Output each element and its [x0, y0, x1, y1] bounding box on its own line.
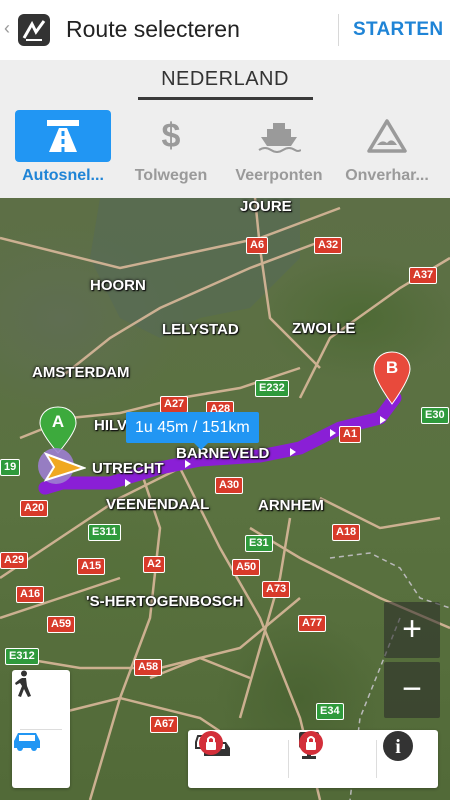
- avoid-option-unpaved[interactable]: Onverhar...: [330, 110, 436, 190]
- road-shield: E232: [255, 380, 289, 397]
- option-label: Tolwegen: [134, 167, 208, 184]
- dollar-icon: $: [161, 116, 181, 155]
- option-label: Onverhar...: [345, 167, 429, 184]
- option-label: Veerponten: [235, 167, 323, 184]
- route-summary-label[interactable]: 1u 45m / 151km: [126, 412, 259, 450]
- route-actions-panel: i: [188, 730, 438, 788]
- road-shield: A6: [246, 237, 269, 254]
- road-shield: A15: [77, 558, 106, 575]
- road-shield: E30: [421, 407, 449, 424]
- country-title[interactable]: NEDERLAND: [0, 68, 450, 91]
- avoid-option-tolls[interactable]: $ Tolwegen: [114, 110, 220, 190]
- route-options-panel: NEDERLAND Autosnel... $ Tolwegen Veerpon…: [0, 60, 450, 198]
- road-shield: A29: [0, 552, 29, 569]
- city-label: ZWOLLE: [292, 320, 356, 337]
- map-view[interactable]: A B JOURE HOORN LELYSTAD ZWOLLE AMSTERDA…: [0, 198, 450, 800]
- road-shield: A37: [409, 267, 438, 284]
- zoom-out-button[interactable]: −: [384, 662, 440, 718]
- ferry-icon: [222, 116, 336, 156]
- info-icon: i: [383, 731, 413, 761]
- page-title: Route selecteren: [66, 16, 240, 42]
- unpaved-road-icon: [330, 116, 444, 156]
- road-shield: A2: [143, 556, 166, 573]
- road-shield: A32: [314, 237, 343, 254]
- lock-icon: [299, 731, 323, 755]
- city-label: AMSTERDAM: [32, 364, 130, 381]
- info-button[interactable]: i: [382, 730, 436, 788]
- avoid-option-ferries[interactable]: Veerponten: [222, 110, 328, 190]
- pedestrian-icon: [15, 670, 31, 697]
- city-label: HOORN: [90, 277, 146, 294]
- road-shield: A77: [298, 615, 327, 632]
- road-shield: A73: [262, 581, 291, 598]
- travel-mode-panel: [12, 670, 70, 788]
- road-shield: E311: [88, 524, 122, 541]
- actions-separator: [376, 740, 377, 778]
- highway-icon: [6, 116, 120, 156]
- road-shield: E312: [5, 648, 39, 665]
- road-shield: A27: [160, 396, 189, 413]
- actions-separator: [288, 740, 289, 778]
- city-label: ARNHEM: [258, 497, 324, 514]
- road-shield: 19: [0, 459, 21, 476]
- walk-mode-button[interactable]: [12, 670, 70, 728]
- road-shield: A18: [332, 524, 361, 541]
- city-label: HILV: [94, 417, 128, 434]
- lock-icon: [199, 731, 223, 755]
- road-shield: A50: [232, 559, 261, 576]
- road-shield: A16: [16, 586, 45, 603]
- road-shield: A58: [134, 659, 163, 676]
- start-marker-label: A: [51, 412, 65, 431]
- road-shield: A20: [20, 500, 49, 517]
- city-label: UTRECHT: [92, 460, 164, 477]
- avoid-option-highways[interactable]: Autosnel...: [6, 110, 112, 190]
- road-shield: E31: [245, 535, 273, 552]
- road-shield: A67: [150, 716, 179, 733]
- city-label: VEENENDAAL: [106, 496, 210, 513]
- road-shield: A59: [47, 616, 76, 633]
- speed-camera-button[interactable]: [294, 730, 370, 788]
- traffic-button[interactable]: [194, 730, 282, 788]
- navigation-app-icon[interactable]: [16, 12, 52, 48]
- car-mode-button[interactable]: [12, 730, 70, 788]
- city-label: LELYSTAD: [162, 321, 239, 338]
- road-shield: A1: [339, 426, 362, 443]
- header-divider: [338, 14, 339, 46]
- info-glyph: i: [395, 736, 401, 758]
- zoom-in-button[interactable]: +: [384, 602, 440, 658]
- option-label: Autosnel...: [22, 167, 104, 184]
- city-label: 'S-HERTOGENBOSCH: [86, 593, 244, 610]
- end-marker-label: B: [385, 358, 399, 377]
- chevron-left-icon[interactable]: ‹: [4, 18, 10, 39]
- road-shield: A30: [215, 477, 244, 494]
- top-bar: ‹ Route selecteren STARTEN: [0, 0, 450, 61]
- car-icon: [14, 733, 40, 751]
- city-label: BARNEVELD: [176, 445, 270, 462]
- road-shield: E34: [316, 703, 344, 720]
- current-position-icon: [38, 448, 86, 484]
- country-underline: [138, 97, 313, 100]
- city-label: JOURE: [240, 198, 292, 215]
- start-button[interactable]: STARTEN: [353, 19, 443, 41]
